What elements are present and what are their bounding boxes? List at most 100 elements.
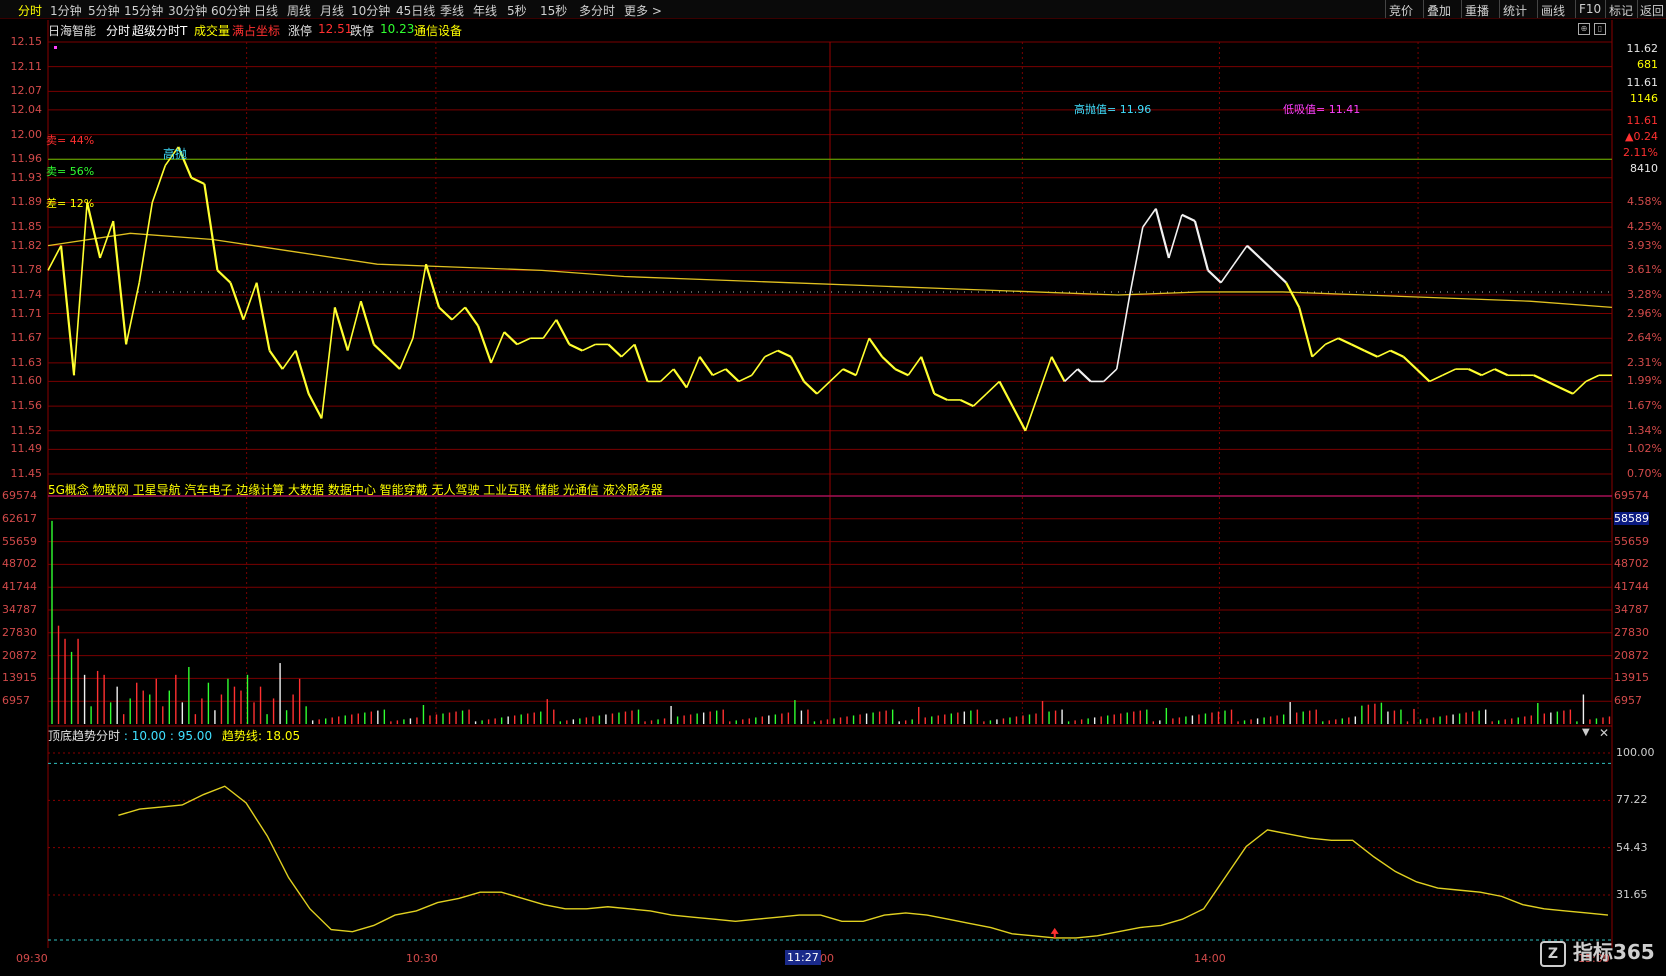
price-segment <box>816 380 831 395</box>
price-segment <box>1442 368 1456 376</box>
price-segment <box>868 337 884 358</box>
price-segment <box>1233 245 1248 265</box>
diff-ratio: 差= 12% <box>46 197 95 210</box>
price-segment <box>894 368 909 377</box>
volume-tick: 41744 <box>1614 580 1649 594</box>
price-segment <box>1181 213 1196 222</box>
price-segment <box>738 374 753 383</box>
price-tick: 11.89 <box>10 195 43 209</box>
time-label: 10:30 <box>406 952 438 965</box>
price-segment <box>998 380 1014 407</box>
price-segment <box>73 202 88 376</box>
price-segment <box>242 282 258 320</box>
price-segment <box>1220 263 1235 284</box>
price-segment <box>1415 368 1431 383</box>
price-segment <box>281 350 297 370</box>
price-segment <box>829 368 844 383</box>
volume-tick: 55659 <box>1614 534 1649 548</box>
price-tick: 11.85 <box>10 220 43 234</box>
price-segment <box>477 325 493 364</box>
price-segment <box>542 319 557 339</box>
price-segment <box>959 398 974 408</box>
price-segment <box>1272 269 1287 284</box>
high-sell-value: 高抛值= 11.96 <box>1074 103 1152 116</box>
trend-label: 趋势线 <box>221 729 258 743</box>
volume-tick: 13915 <box>2 671 37 685</box>
price-segment <box>555 319 571 345</box>
dropdown-icon[interactable]: ▼ <box>1582 727 1590 738</box>
trend-value: : 18.05 <box>257 729 301 743</box>
pct-tick: 1.02% <box>1627 442 1662 456</box>
price-segment <box>777 349 792 358</box>
price-segment <box>1103 368 1118 383</box>
price-segment <box>698 356 714 376</box>
pct-tick: 3.28% <box>1627 288 1662 302</box>
quote-value: 11.62 <box>1626 42 1659 55</box>
price-segment <box>933 392 948 401</box>
high-sell-marker: 高抛 <box>163 147 188 161</box>
price-segment <box>685 356 701 388</box>
price-segment <box>1389 349 1404 358</box>
indicator-tick: 54.43 <box>1616 840 1648 854</box>
pct-tick: 3.93% <box>1627 238 1662 252</box>
price-segment <box>1350 343 1365 352</box>
volume-tick: 27830 <box>1614 625 1649 639</box>
price-segment <box>99 220 114 259</box>
volume-tick: 58589 <box>1614 511 1649 525</box>
volume-tick: 20872 <box>2 648 37 662</box>
price-tick: 11.49 <box>10 442 43 456</box>
quote-volume: 8410 <box>1630 162 1658 175</box>
price-segment <box>803 380 818 395</box>
price-segment <box>346 300 362 351</box>
price-segment <box>1168 214 1183 259</box>
price-tick: 11.56 <box>10 399 43 413</box>
price-segment <box>190 176 205 185</box>
price-segment <box>1050 356 1066 382</box>
price-segment <box>1311 343 1326 358</box>
volume-tick: 34787 <box>1614 603 1649 616</box>
price-segment <box>1429 374 1443 383</box>
price-segment <box>1024 393 1040 432</box>
price-segment <box>47 245 62 271</box>
volume-tick: 41744 <box>2 580 37 594</box>
close-icon[interactable]: ✕ <box>1599 726 1609 740</box>
price-segment <box>1559 386 1574 395</box>
price-segment <box>620 343 636 358</box>
price-segment <box>842 368 857 377</box>
price-segment <box>660 368 675 383</box>
time-label: 14:00 <box>1194 952 1226 965</box>
quote-value: 11.61 <box>1626 76 1659 89</box>
price-segment <box>907 356 922 376</box>
price-segment <box>112 220 128 345</box>
price-segment <box>1494 368 1509 377</box>
indicator-header: 顶底趋势分时 : 10.00 : 95.00 趋势线: 18.05 <box>48 727 300 744</box>
volume-tick: 6957 <box>1614 694 1642 708</box>
price-tick: 12.15 <box>10 35 43 48</box>
price-segment <box>1128 226 1144 296</box>
price-segment <box>751 356 766 376</box>
indicator-line <box>118 785 1609 939</box>
cursor-time-label: 11:27 <box>785 950 821 965</box>
volume-tick: 6957 <box>2 694 30 708</box>
price-segment <box>1154 208 1170 259</box>
price-segment <box>1585 374 1600 383</box>
price-tick: 11.96 <box>10 152 43 166</box>
trend-curve <box>118 785 1609 939</box>
low-buy-value: 低吸值= 11.41 <box>1283 103 1361 116</box>
price-tick: 12.04 <box>10 102 43 116</box>
indicator-name[interactable]: 顶底趋势分时 <box>48 729 120 743</box>
quote-pct: 2.11% <box>1623 146 1658 159</box>
price-segment <box>1064 368 1079 383</box>
pct-tick: 2.64% <box>1627 331 1662 345</box>
price-segment <box>229 282 245 321</box>
price-segment <box>1259 257 1274 272</box>
volume-tick: 69574 <box>2 489 37 502</box>
price-tick: 12.07 <box>10 84 43 98</box>
quote-panel: 11.62 681 11.61 1146 11.61 ▲0.24 2.11% 8… <box>1612 40 1664 180</box>
indicator-tick: 100.00 <box>1616 746 1655 759</box>
price-segment <box>568 343 583 352</box>
price-segment <box>1076 368 1092 383</box>
volume-tick: 27830 <box>2 625 37 639</box>
indicator-params: : 10.00 : 95.00 <box>123 729 213 743</box>
price-segment <box>216 269 232 284</box>
